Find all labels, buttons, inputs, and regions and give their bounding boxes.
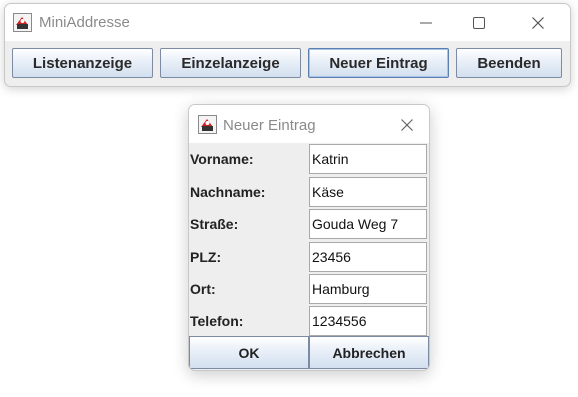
minimize-icon — [420, 22, 432, 24]
minimize-button[interactable] — [415, 12, 437, 34]
ok-button[interactable]: OK — [189, 336, 309, 369]
input-vorname[interactable]: Katrin — [309, 144, 427, 174]
cancel-button[interactable]: Abbrechen — [309, 336, 429, 369]
label-telefon: Telefon: — [190, 313, 244, 329]
maximize-button[interactable] — [468, 12, 490, 34]
input-ort[interactable]: Hamburg — [309, 274, 427, 304]
form-row-strasse: Straße: Gouda Weg 7 — [189, 208, 429, 241]
quit-button[interactable]: Beenden — [456, 48, 562, 78]
form-row-telefon: Telefon: 1234556 — [189, 305, 429, 338]
dialog-titlebar[interactable]: Neuer Eintrag — [189, 105, 429, 143]
dialog-title: Neuer Eintrag — [223, 117, 316, 134]
form-row-vorname: Vorname: Katrin — [189, 143, 429, 176]
maximize-icon — [473, 17, 485, 29]
main-window-title: MiniAddresse — [39, 14, 130, 31]
main-window: MiniAddresse Listenanzeige Einzelanzeige… — [4, 3, 571, 87]
form-row-nachname: Nachname: Käse — [189, 176, 429, 209]
java-app-icon — [13, 13, 32, 32]
dialog-close-button[interactable] — [397, 115, 417, 135]
input-strasse[interactable]: Gouda Weg 7 — [309, 209, 427, 239]
new-entry-dialog: Neuer Eintrag Vorname: Katrin Nachname: … — [188, 104, 430, 371]
label-vorname: Vorname: — [190, 151, 254, 167]
single-view-button[interactable]: Einzelanzeige — [160, 48, 301, 78]
close-icon — [532, 17, 544, 29]
input-telefon[interactable]: 1234556 — [309, 306, 427, 336]
list-view-button[interactable]: Listenanzeige — [12, 48, 153, 78]
form-row-plz: PLZ: 23456 — [189, 241, 429, 274]
label-strasse: Straße: — [190, 216, 239, 232]
input-nachname[interactable]: Käse — [309, 177, 427, 207]
label-ort: Ort: — [190, 281, 216, 297]
new-entry-button[interactable]: Neuer Eintrag — [308, 48, 449, 78]
form-row-ort: Ort: Hamburg — [189, 273, 429, 306]
close-button[interactable] — [527, 12, 549, 34]
label-nachname: Nachname: — [190, 184, 266, 200]
input-plz[interactable]: 23456 — [309, 242, 427, 272]
label-plz: PLZ: — [190, 249, 222, 265]
java-app-icon — [198, 115, 217, 134]
close-icon — [401, 119, 413, 131]
main-titlebar[interactable]: MiniAddresse — [5, 4, 570, 41]
